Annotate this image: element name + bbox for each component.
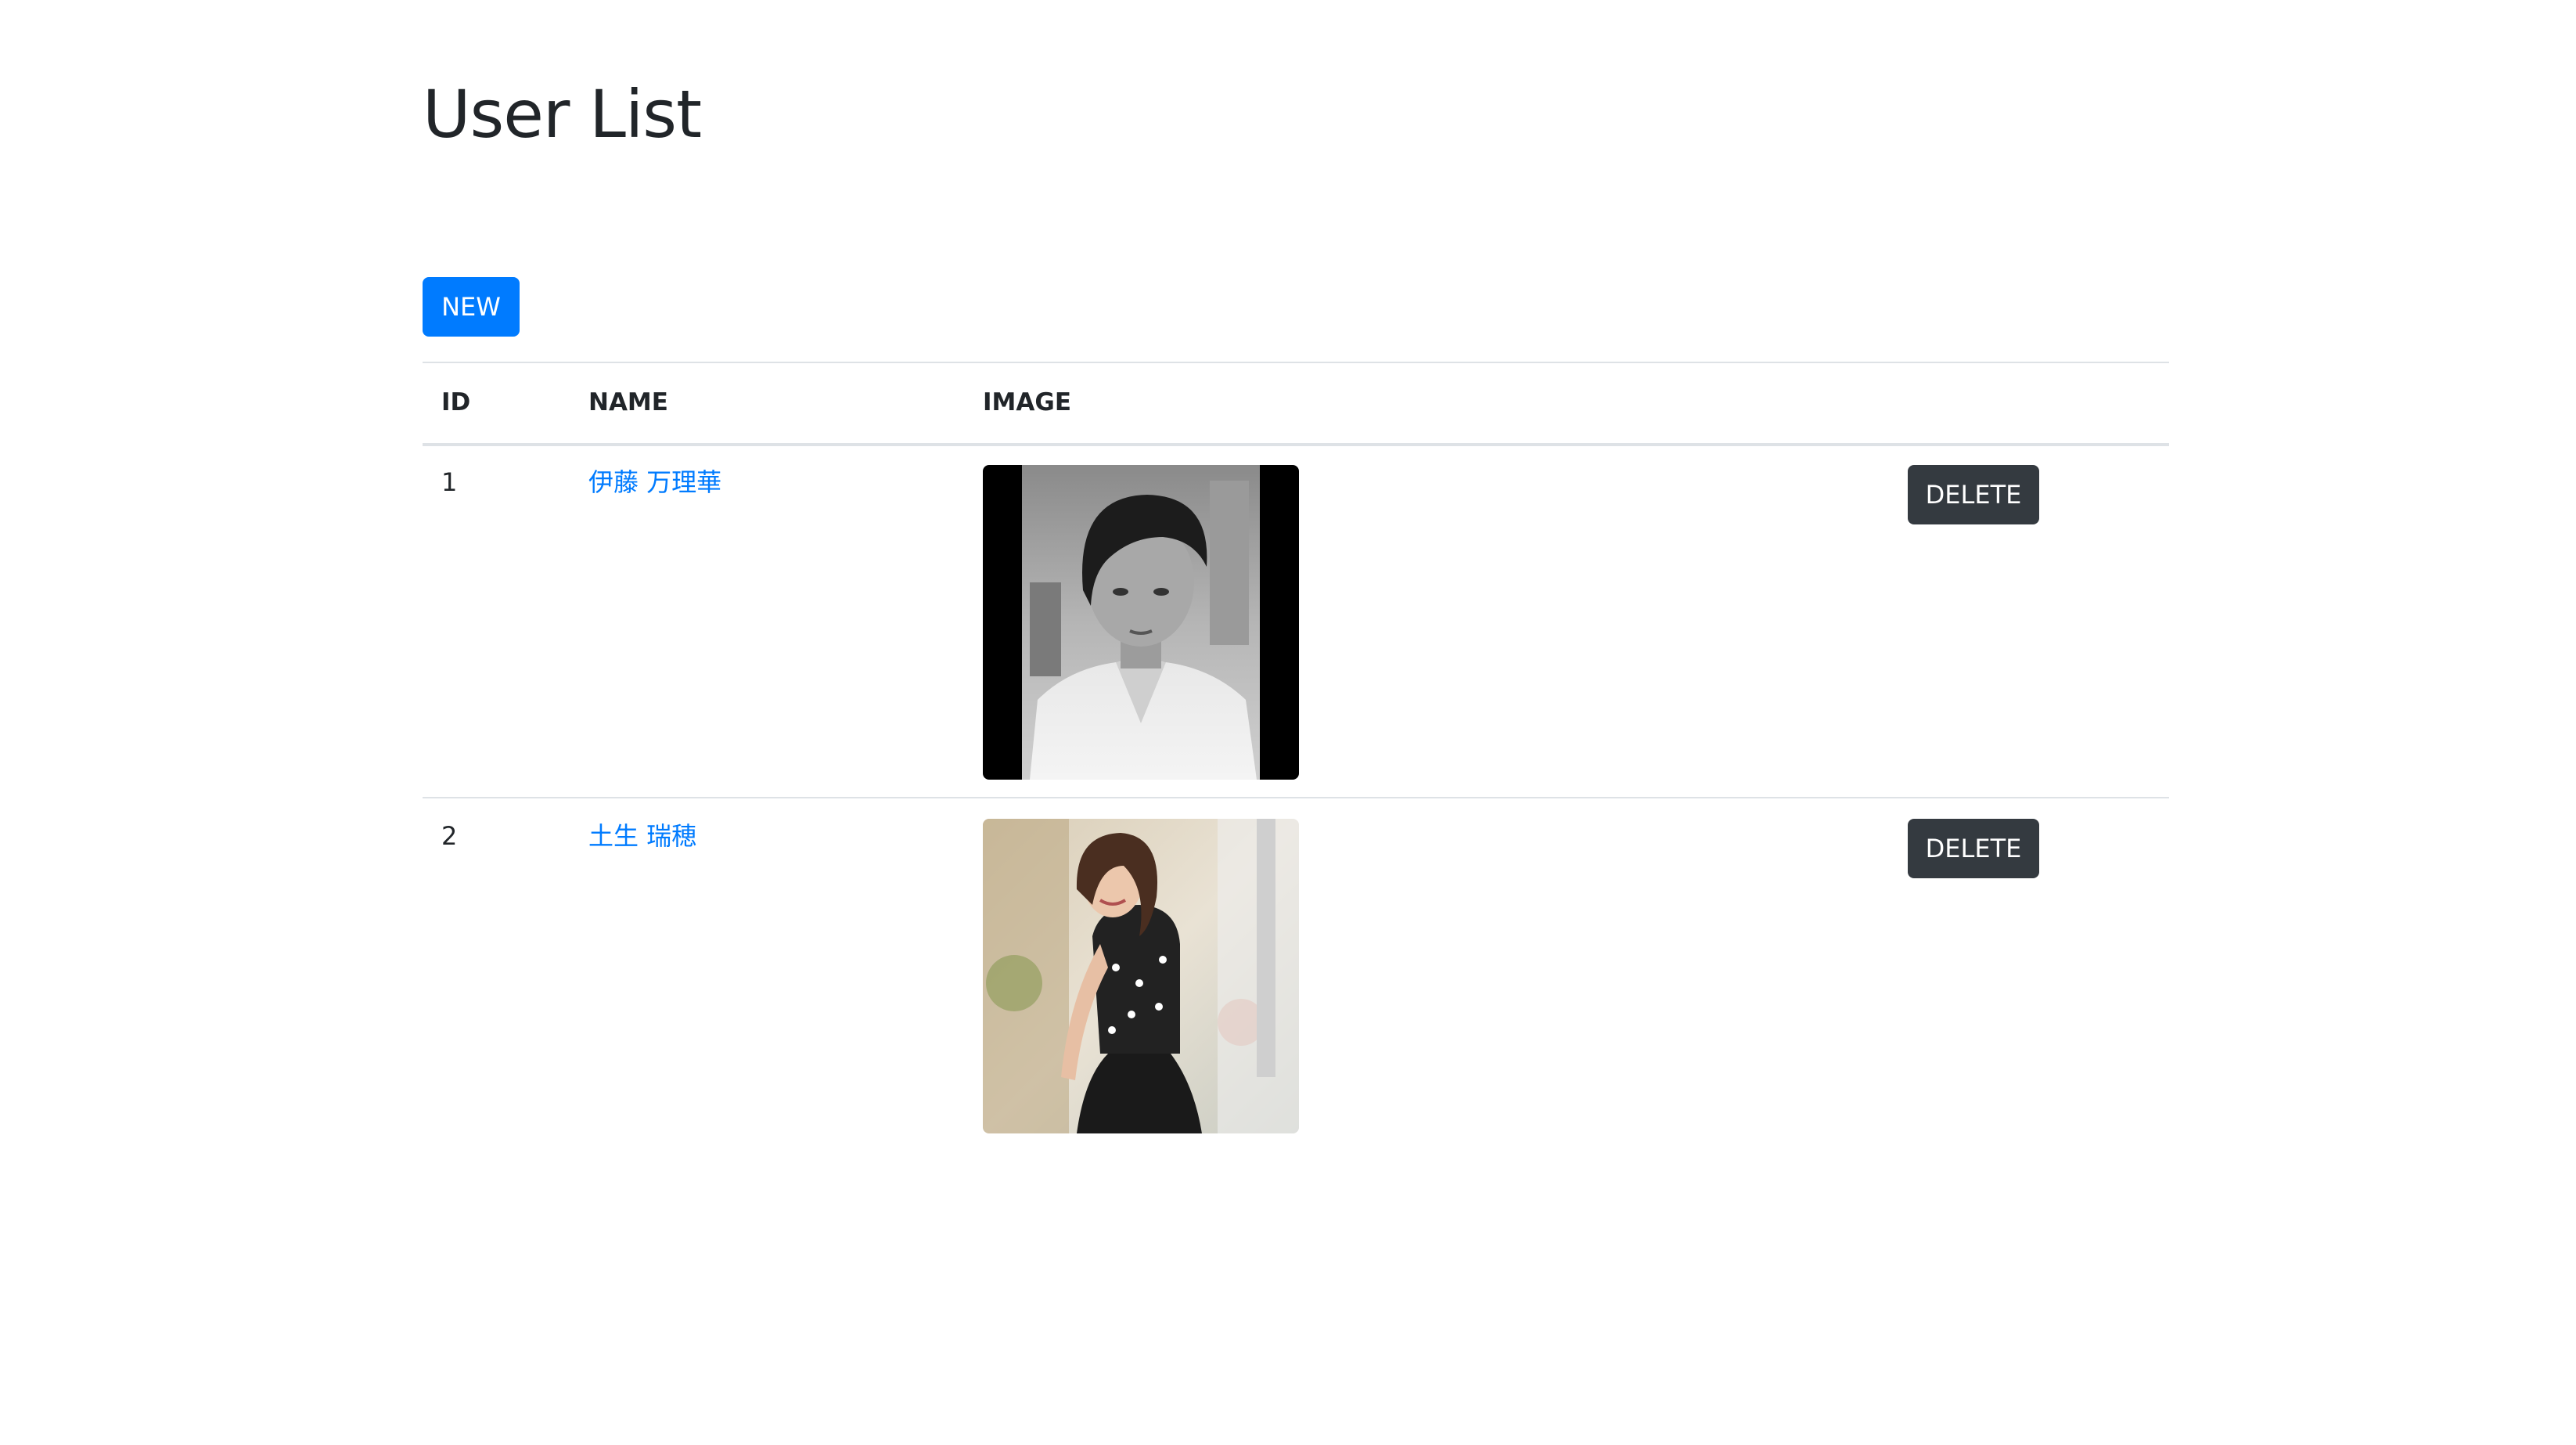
user-name-link[interactable]: 伊藤 万理華 bbox=[588, 463, 721, 501]
column-header-id: ID bbox=[441, 388, 471, 416]
user-name-link[interactable]: 土生 瑞穂 bbox=[588, 817, 696, 855]
column-header-image: IMAGE bbox=[983, 388, 1071, 416]
table-header-row: ID NAME IMAGE bbox=[423, 362, 2169, 446]
delete-button[interactable]: DELETE bbox=[1908, 465, 2039, 524]
row-actions: DELETE bbox=[1908, 465, 2039, 524]
user-photo bbox=[983, 819, 1299, 1133]
user-photo bbox=[983, 465, 1299, 780]
column-header-name: NAME bbox=[588, 388, 668, 416]
delete-button[interactable]: DELETE bbox=[1908, 819, 2039, 878]
user-id: 1 bbox=[441, 467, 458, 497]
user-id: 2 bbox=[441, 821, 458, 851]
row-actions: DELETE bbox=[1908, 819, 2039, 878]
table-row: 2 土生 瑞穂 DELETE bbox=[423, 798, 2169, 1151]
portrait-photo-bw-icon bbox=[983, 465, 1299, 780]
page-title: User List bbox=[423, 76, 702, 153]
new-user-button[interactable]: NEW bbox=[423, 277, 520, 337]
portrait-photo-color-icon bbox=[983, 819, 1299, 1133]
table-row: 1 伊藤 万理華 DELETE bbox=[423, 445, 2169, 798]
